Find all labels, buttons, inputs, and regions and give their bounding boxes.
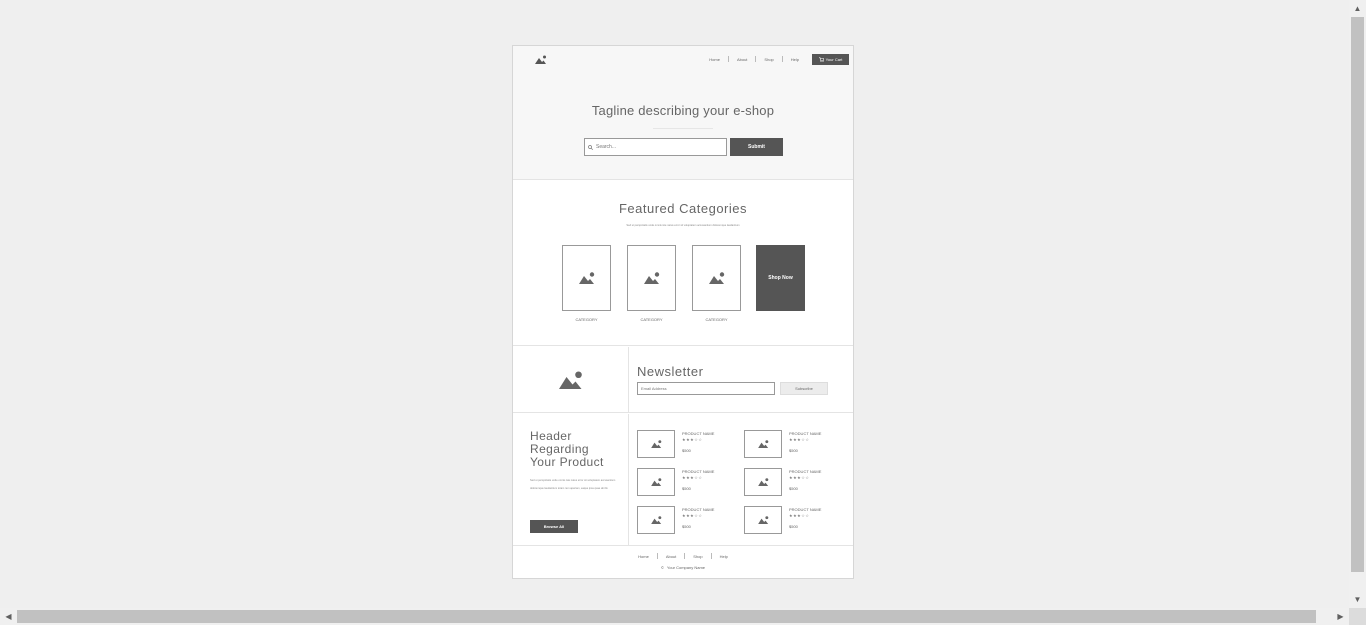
shop-now-button[interactable]: Shop Now: [756, 245, 805, 311]
footer-nav-help[interactable]: Help: [712, 554, 736, 559]
wireframe-page: Home About Shop Help Your Cart Tagline d…: [512, 45, 854, 579]
product-thumbnail: [744, 468, 782, 496]
star-rating-icon: ★★★☆☆: [789, 437, 810, 442]
product-thumbnail: [637, 506, 675, 534]
image-placeholder-icon: [558, 371, 582, 389]
product-name: PRODUCT NAME: [682, 469, 715, 474]
product-card[interactable]: PRODUCT NAME ★★★☆☆ $500: [744, 468, 844, 498]
product-price: $500: [789, 486, 798, 491]
product-thumbnail: [744, 430, 782, 458]
tagline: Tagline describing your e-shop: [591, 103, 775, 118]
product-thumbnail: [744, 506, 782, 534]
featured-description: Sed ut perspiciatis unde omnis iste natu…: [626, 224, 740, 227]
company-info: © Your Company Name: [513, 565, 853, 570]
product-thumbnail: [637, 430, 675, 458]
product-name: PRODUCT NAME: [682, 507, 715, 512]
product-card[interactable]: PRODUCT NAME ★★★☆☆ $500: [637, 430, 737, 460]
image-placeholder-icon: [650, 516, 661, 524]
submit-button[interactable]: Submit: [730, 138, 783, 156]
subscribe-button[interactable]: Subscribe: [780, 382, 828, 395]
nav-shop[interactable]: Shop: [756, 57, 781, 62]
category-label: CATEGORY: [575, 317, 598, 322]
newsletter-image: [513, 347, 629, 413]
newsletter-title: Newsletter: [637, 364, 704, 379]
company-name: Your Company Name: [666, 565, 706, 570]
footer-nav-home[interactable]: Home: [630, 554, 657, 559]
product-name: PRODUCT NAME: [789, 431, 822, 436]
horizontal-scrollbar[interactable]: ◀ ▶: [0, 608, 1349, 625]
image-placeholder-icon: [708, 272, 724, 284]
footer-nav-about[interactable]: About: [658, 554, 684, 559]
product-name: PRODUCT NAME: [682, 431, 715, 436]
product-description: Sed ut perspiciatis unde omnis iste natu…: [530, 479, 616, 490]
product-price: $500: [682, 448, 691, 453]
nav-about[interactable]: About: [729, 57, 755, 62]
newsletter-section: Newsletter Email Address Subscribe: [513, 347, 853, 413]
image-placeholder-icon: [757, 516, 768, 524]
star-rating-icon: ★★★☆☆: [682, 475, 703, 480]
product-name: PRODUCT NAME: [789, 507, 822, 512]
cart-icon: [818, 57, 824, 62]
product-intro: Header Regarding Your Product Sed ut per…: [513, 414, 629, 546]
product-card[interactable]: PRODUCT NAME ★★★☆☆ $500: [637, 506, 737, 536]
image-placeholder-icon: [757, 478, 768, 486]
category-card[interactable]: [692, 245, 741, 311]
email-placeholder: Email Address: [641, 386, 667, 391]
search-icon: [588, 144, 593, 150]
hero-section: Home About Shop Help Your Cart Tagline d…: [513, 46, 853, 180]
email-field[interactable]: Email Address: [637, 382, 775, 395]
vertical-scroll-thumb[interactable]: [1351, 17, 1364, 572]
tagline-divider: [653, 128, 713, 129]
scrollbar-corner: [1349, 608, 1366, 625]
product-name: PRODUCT NAME: [789, 469, 822, 474]
category-card[interactable]: [627, 245, 676, 311]
image-placeholder-icon: [650, 478, 661, 486]
search-placeholder: Search...: [596, 144, 617, 150]
star-rating-icon: ★★★☆☆: [789, 513, 810, 518]
scroll-down-arrow-icon[interactable]: ▼: [1349, 591, 1366, 608]
star-rating-icon: ★★★☆☆: [682, 437, 703, 442]
image-placeholder-icon: [757, 440, 768, 448]
product-price: $500: [789, 448, 798, 453]
logo-icon[interactable]: [535, 55, 547, 64]
star-rating-icon: ★★★☆☆: [682, 513, 703, 518]
image-placeholder-icon: [643, 272, 659, 284]
cart-button[interactable]: Your Cart: [812, 54, 849, 65]
image-placeholder-icon: [578, 272, 594, 284]
product-price: $500: [789, 524, 798, 529]
products-section: Header Regarding Your Product Sed ut per…: [513, 414, 853, 546]
product-header-line: Your Product: [530, 455, 604, 469]
category-label: CATEGORY: [705, 317, 728, 322]
scroll-right-arrow-icon[interactable]: ▶: [1332, 608, 1349, 625]
image-placeholder-icon: [650, 440, 661, 448]
product-card[interactable]: PRODUCT NAME ★★★☆☆ $500: [744, 430, 844, 460]
product-card[interactable]: PRODUCT NAME ★★★☆☆ $500: [744, 506, 844, 536]
cart-label: Your Cart: [825, 57, 843, 62]
scroll-up-arrow-icon[interactable]: ▲: [1349, 0, 1366, 17]
vertical-scrollbar[interactable]: ▲ ▼: [1349, 0, 1366, 608]
horizontal-scroll-thumb[interactable]: [17, 610, 1316, 623]
product-price: $500: [682, 486, 691, 491]
category-label: CATEGORY: [640, 317, 663, 322]
nav-help[interactable]: Help: [783, 57, 807, 62]
featured-title: Featured Categories: [618, 201, 747, 216]
browse-all-button[interactable]: Browse All: [530, 520, 578, 533]
featured-categories-section: Featured Categories Sed ut perspiciatis …: [513, 181, 853, 346]
search-input[interactable]: Search...: [584, 138, 727, 156]
product-card[interactable]: PRODUCT NAME ★★★☆☆ $500: [637, 468, 737, 498]
product-thumbnail: [637, 468, 675, 496]
product-header: Header Regarding Your Product: [530, 430, 604, 469]
star-rating-icon: ★★★☆☆: [789, 475, 810, 480]
top-nav: Home About Shop Help: [701, 56, 807, 62]
footer-nav: Home About Shop Help: [513, 553, 853, 559]
category-card[interactable]: [562, 245, 611, 311]
product-price: $500: [682, 524, 691, 529]
copyright-icon: ©: [660, 565, 664, 570]
footer-nav-shop[interactable]: Shop: [685, 554, 710, 559]
scroll-left-arrow-icon[interactable]: ◀: [0, 608, 17, 625]
nav-home[interactable]: Home: [701, 57, 728, 62]
